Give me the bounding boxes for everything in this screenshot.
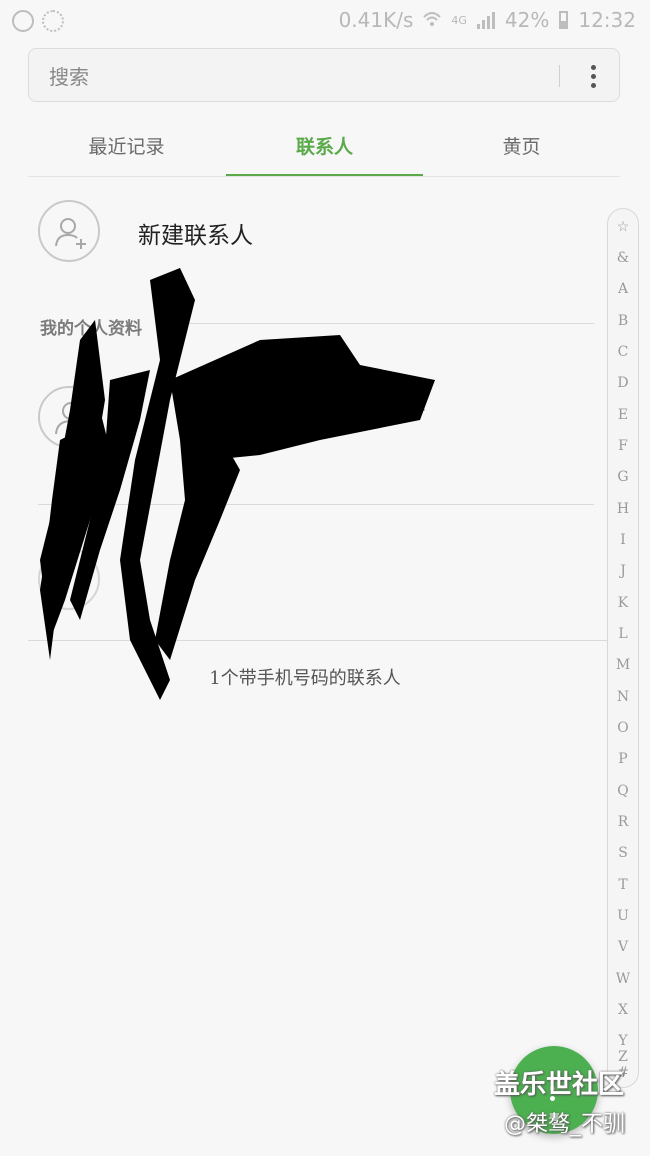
- index-letter[interactable]: L: [608, 626, 638, 642]
- add-person-icon: [38, 200, 100, 262]
- index-letter[interactable]: E: [608, 407, 638, 423]
- watermark-title: 盖乐世社区: [494, 1070, 625, 1100]
- tab-yellow-pages[interactable]: 黄页: [423, 118, 620, 176]
- index-letter[interactable]: S: [608, 845, 638, 861]
- index-letter[interactable]: A: [608, 281, 638, 297]
- app-notification-icon: [12, 10, 34, 32]
- index-letter[interactable]: N: [608, 689, 638, 705]
- new-contact-row[interactable]: 新建联系人: [28, 200, 598, 264]
- index-letter[interactable]: P: [608, 751, 638, 767]
- index-letter[interactable]: K: [608, 595, 638, 611]
- battery-percent: 42%: [504, 8, 550, 32]
- redaction-scribble: [40, 268, 435, 700]
- tab-divider: [28, 176, 620, 177]
- search-input[interactable]: [47, 63, 551, 91]
- search-divider: [559, 65, 560, 87]
- more-options-button[interactable]: [581, 59, 605, 93]
- index-letter[interactable]: W: [608, 971, 638, 987]
- index-letter[interactable]: Q: [608, 783, 638, 799]
- network-type: 4G: [451, 13, 467, 27]
- status-bar: 0.41K/s 4G 42% 12:32: [0, 0, 650, 44]
- wifi-icon: [423, 8, 442, 32]
- index-letter[interactable]: Y: [608, 1033, 638, 1049]
- index-letter[interactable]: F: [608, 438, 638, 454]
- signal-icon: [476, 11, 495, 29]
- search-bar: [28, 48, 620, 102]
- index-letter[interactable]: X: [608, 1002, 638, 1018]
- index-letter[interactable]: J: [608, 563, 638, 579]
- index-letter[interactable]: O: [608, 720, 638, 736]
- index-letter[interactable]: C: [608, 344, 638, 360]
- watermark-author: @桀骜_不驯: [504, 1112, 626, 1137]
- index-letter[interactable]: T: [608, 877, 638, 893]
- index-letter[interactable]: D: [608, 375, 638, 391]
- more-dot-icon: [590, 73, 596, 79]
- weather-notification-icon: [42, 10, 64, 32]
- index-letter[interactable]: G: [608, 469, 638, 485]
- index-letter[interactable]: U: [608, 908, 638, 924]
- tab-contacts[interactable]: 联系人: [226, 118, 423, 176]
- index-letter[interactable]: M: [608, 657, 638, 673]
- index-letter[interactable]: Z: [608, 1049, 638, 1065]
- index-letter[interactable]: ☆: [608, 219, 638, 235]
- index-letter[interactable]: I: [608, 532, 638, 548]
- index-letter[interactable]: B: [608, 313, 638, 329]
- clock: 12:32: [578, 8, 636, 32]
- index-letter[interactable]: V: [608, 939, 638, 955]
- index-letter[interactable]: R: [608, 814, 638, 830]
- tab-bar: 最近记录 联系人 黄页: [28, 118, 620, 177]
- tab-recent[interactable]: 最近记录: [28, 118, 225, 176]
- index-letter[interactable]: &: [608, 250, 638, 266]
- status-right: 0.41K/s 4G 42% 12:32: [339, 8, 636, 32]
- more-dot-icon: [590, 82, 596, 88]
- index-letter[interactable]: H: [608, 501, 638, 517]
- battery-icon: [559, 11, 569, 29]
- network-speed: 0.41K/s: [338, 8, 414, 32]
- more-dot-icon: [590, 64, 596, 70]
- new-contact-label: 新建联系人: [138, 223, 253, 249]
- status-notification-icons: [12, 10, 64, 32]
- alphabet-index-bar[interactable]: ☆ & A B C D E F G H I J K L M N O P Q R …: [607, 208, 639, 1088]
